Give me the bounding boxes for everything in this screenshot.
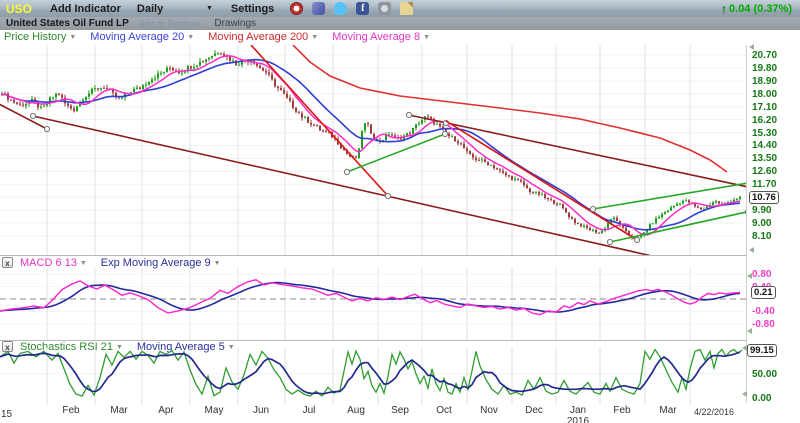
- month-label: Jun: [243, 405, 279, 416]
- month-label: Sep: [382, 405, 418, 416]
- price-axis-label: 15.30: [752, 128, 777, 139]
- chevron-down-icon: ▼: [423, 34, 430, 41]
- trendline-handle[interactable]: [607, 239, 612, 244]
- macd-close-button[interactable]: x: [2, 257, 13, 268]
- price-axis-label: 14.40: [752, 140, 777, 151]
- symbol-label: USO: [6, 2, 32, 16]
- stoch-axis-label: 50.00: [752, 369, 777, 380]
- facebook-icon[interactable]: f: [356, 2, 369, 15]
- trendline-handle[interactable]: [442, 131, 447, 136]
- alarm-icon[interactable]: [290, 2, 303, 15]
- month-label: Apr: [148, 405, 184, 416]
- twitter-icon[interactable]: [334, 2, 347, 15]
- trendline-handle[interactable]: [344, 169, 349, 174]
- drawings-menu[interactable]: Drawings: [214, 18, 256, 29]
- add-indicator-button[interactable]: Add Indicator: [50, 3, 121, 15]
- trendline-steep-red-2[interactable]: [446, 121, 637, 240]
- period-value: Daily: [137, 3, 163, 15]
- month-label: Mar: [101, 405, 137, 416]
- add-to-portfolio-link[interactable]: Add to Portfolio: [139, 19, 201, 29]
- axis-marker-icon: [742, 391, 747, 397]
- camera-icon[interactable]: [378, 2, 391, 15]
- price-axis-label: 8.10: [752, 231, 771, 242]
- note-icon[interactable]: [400, 2, 413, 15]
- trendline-handle[interactable]: [30, 113, 35, 118]
- macd-axis-label: -0.80: [752, 319, 775, 330]
- trendline-handle[interactable]: [44, 126, 49, 131]
- month-label: Nov: [471, 405, 507, 416]
- price-axis-label: 17.10: [752, 102, 777, 113]
- price-axis-label: 19.80: [752, 63, 777, 74]
- month-label: Mar: [650, 405, 686, 416]
- month-label: Jul: [291, 405, 327, 416]
- chevron-down-icon: ▼: [311, 34, 318, 41]
- title-bar: United States Oil Fund LP Add to Portfol…: [0, 17, 800, 30]
- ma20-dropdown[interactable]: Moving Average 20▼: [90, 31, 194, 43]
- fund-name: United States Oil Fund LP: [6, 18, 129, 29]
- end-date-label: 4/22/2016: [694, 407, 734, 417]
- news-icon[interactable]: [312, 2, 325, 15]
- up-arrow-icon: ↑: [721, 2, 727, 16]
- price-axis-label: 20.70: [752, 50, 777, 61]
- stoch-axis-label: 0.00: [752, 393, 771, 404]
- month-label: Aug: [338, 405, 374, 416]
- settings-button[interactable]: Settings: [231, 3, 274, 15]
- ma8-dropdown[interactable]: Moving Average 8▼: [332, 31, 430, 43]
- charting-app-window: USO Add Indicator Daily ▼ Settings f ↑ 0…: [0, 0, 800, 423]
- panel-separator: [0, 255, 747, 256]
- chevron-down-icon: ▼: [80, 260, 87, 267]
- chevron-down-icon: ▼: [206, 5, 213, 12]
- macd-axis-label: 0.80: [752, 269, 771, 280]
- month-label: May: [196, 405, 232, 416]
- chevron-down-icon: ▼: [69, 34, 76, 41]
- axis-marker-icon: [749, 44, 754, 50]
- price-axis-label: 9.90: [752, 205, 771, 216]
- price-axis-label: 11.70: [752, 179, 776, 190]
- trendline-handle[interactable]: [590, 206, 595, 211]
- axis-marker-icon: [747, 273, 752, 279]
- stochastics-chart[interactable]: [0, 348, 747, 405]
- price-axis-label: 18.90: [752, 76, 777, 87]
- macd-chart[interactable]: [0, 268, 747, 340]
- last-price-box: 10.76: [749, 191, 779, 204]
- price-axis-label: 18.00: [752, 89, 777, 100]
- period-dropdown[interactable]: Daily ▼: [137, 3, 213, 15]
- trendline-handle[interactable]: [385, 193, 390, 198]
- macd-axis-label: -0.40: [752, 306, 775, 317]
- quote-change: ↑ 0.04 (0.37%): [721, 2, 792, 16]
- price-history-dropdown[interactable]: Price History▼: [4, 31, 76, 43]
- change-value: 0.04 (0.37%): [729, 3, 792, 15]
- trendline-downtrend-channel-upper[interactable]: [409, 115, 747, 198]
- price-axis-label: 16.20: [752, 115, 777, 126]
- price-axis-label: 12.60: [752, 166, 777, 177]
- top-toolbar: USO Add Indicator Daily ▼ Settings f ↑ 0…: [0, 0, 800, 17]
- trendline-handle[interactable]: [634, 237, 639, 242]
- ma200-dropdown[interactable]: Moving Average 200▼: [208, 31, 318, 43]
- stoch-value-box: 99.15: [747, 344, 777, 357]
- month-label: Oct: [426, 405, 462, 416]
- chevron-down-icon: ▼: [214, 260, 221, 267]
- month-label: Feb: [53, 405, 89, 416]
- month-label: Jan2016: [560, 405, 596, 423]
- price-chart[interactable]: [0, 45, 747, 256]
- price-axis-label: 9.00: [752, 218, 771, 229]
- month-label: Feb: [604, 405, 640, 416]
- axis-marker-icon: [747, 328, 752, 334]
- month-label: Dec: [516, 405, 552, 416]
- year-label: 15: [1, 409, 12, 420]
- trendline-handle[interactable]: [406, 112, 411, 117]
- price-panel-legend: Price History▼ Moving Average 20▼ Moving…: [4, 31, 440, 43]
- macd-value-box: 0.21: [751, 286, 776, 299]
- toolbar-icons: f: [290, 2, 413, 15]
- price-axis-label: 13.50: [752, 153, 777, 164]
- chevron-down-icon: ▼: [187, 34, 194, 41]
- axis-marker-icon: [749, 247, 754, 253]
